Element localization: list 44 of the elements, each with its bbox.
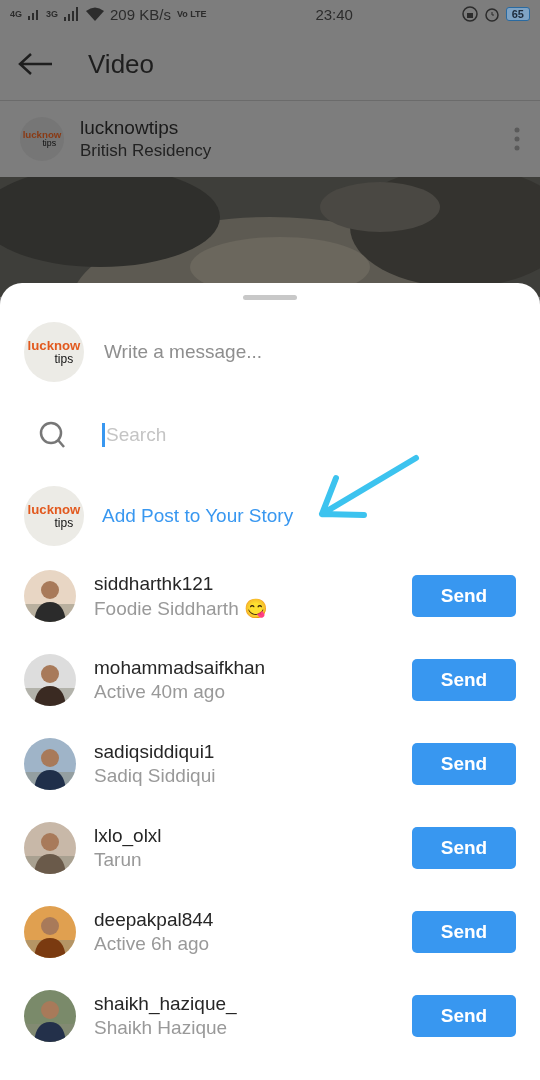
drag-handle[interactable] bbox=[243, 295, 297, 300]
battery-level: 65 bbox=[505, 7, 530, 21]
network-label: 3G bbox=[46, 9, 59, 19]
contact-subtitle: Tarun bbox=[94, 849, 143, 871]
network-speed: 209 KB/s bbox=[110, 5, 171, 23]
avatar-logo-text: lucknow bbox=[22, 129, 62, 140]
contact-subtitle: Active 6h ago bbox=[94, 933, 211, 955]
send-button[interactable]: Send bbox=[412, 827, 516, 869]
alarm-icon bbox=[483, 6, 500, 22]
signal-icon bbox=[28, 8, 40, 20]
send-button[interactable]: Send bbox=[412, 995, 516, 1037]
search-field[interactable]: Search bbox=[102, 423, 516, 447]
contact-subtitle: Shaikh Hazique bbox=[94, 1017, 229, 1039]
add-to-story-link[interactable]: Add Post to Your Story bbox=[102, 505, 294, 527]
avatar-logo-text: tips bbox=[42, 139, 57, 149]
clock-time: 23:40 bbox=[315, 5, 353, 23]
contact-username: siddharthk121 bbox=[94, 572, 215, 595]
location[interactable]: British Residency bbox=[80, 141, 212, 161]
avatar-logo-text: lucknow bbox=[27, 503, 81, 517]
contact-subtitle: Active 40m ago bbox=[94, 681, 226, 703]
contact-username: mohammadsaifkhan bbox=[94, 657, 266, 679]
contact-username: sadiqsiddiqui1 bbox=[94, 741, 216, 763]
avatar-logo-text: lucknow bbox=[27, 339, 81, 353]
lock-icon bbox=[461, 6, 478, 22]
contact-username: deepakpal844 bbox=[94, 909, 214, 931]
screen-title: Video bbox=[88, 48, 155, 80]
contact-username: lxlo_olxl bbox=[94, 825, 162, 847]
send-button[interactable]: Send bbox=[412, 575, 516, 617]
more-options-icon[interactable] bbox=[514, 127, 520, 151]
contact-subtitle: Sadiq Siddiqui bbox=[94, 765, 216, 787]
volte-label: Vo LTE bbox=[176, 9, 207, 19]
wifi-icon bbox=[86, 7, 105, 21]
back-arrow-icon[interactable] bbox=[18, 52, 54, 76]
signal-icon bbox=[64, 7, 81, 21]
message-field[interactable]: Write a message... bbox=[102, 340, 516, 364]
contact-username: shaikh_hazique_ bbox=[94, 993, 237, 1015]
username[interactable]: lucknowtips bbox=[80, 117, 212, 139]
contact-subtitle: Foodie Siddharth 😋 bbox=[94, 596, 268, 620]
send-button[interactable]: Send bbox=[412, 659, 516, 701]
send-button[interactable]: Send bbox=[412, 911, 516, 953]
avatar-logo-text: tips bbox=[54, 516, 74, 529]
avatar-logo-text: tips bbox=[54, 352, 74, 365]
send-button[interactable]: Send bbox=[412, 743, 516, 785]
network-label: 4G bbox=[10, 9, 22, 19]
